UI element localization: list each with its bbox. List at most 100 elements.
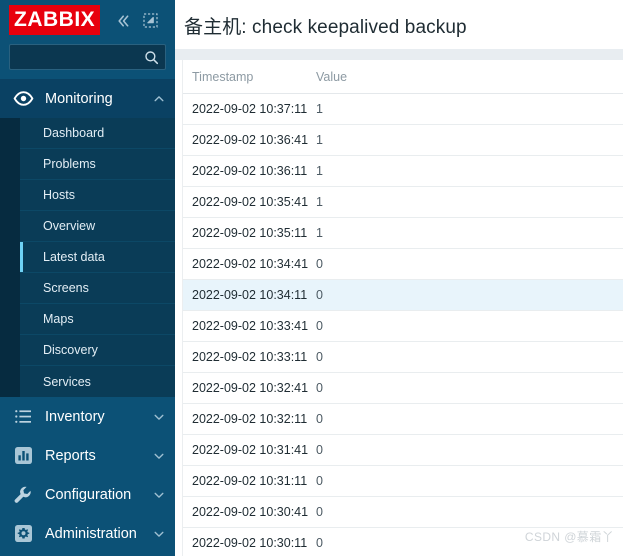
table-header-row: Timestamp Value [183, 60, 623, 94]
cell-value: 0 [307, 403, 623, 435]
sidebar-item-services[interactable]: Services [20, 366, 175, 397]
table-row[interactable]: 2022-09-02 10:31:11 0 [183, 465, 623, 497]
bar-chart-icon [9, 446, 37, 465]
cell-timestamp: 2022-09-02 10:35:41 [183, 186, 308, 218]
cell-value: 0 [307, 341, 623, 373]
column-header-value[interactable]: Value [307, 60, 623, 94]
sidebar-item-dashboard[interactable]: Dashboard [20, 118, 175, 149]
sidebar-item-label: Services [43, 374, 91, 389]
sidebar-item-latest-data[interactable]: Latest data [20, 242, 175, 273]
cell-value: 1 [307, 93, 623, 125]
chevron-down-icon[interactable] [147, 450, 171, 462]
sidebar-item-hosts[interactable]: Hosts [20, 180, 175, 211]
sidebar-item-label: Problems [43, 157, 96, 171]
sidebar-group-configuration[interactable]: Configuration [0, 475, 175, 514]
chevron-down-icon[interactable] [147, 411, 171, 423]
chevron-down-icon[interactable] [147, 489, 171, 501]
sidebar-item-label: Overview [43, 219, 96, 233]
table-row[interactable]: 2022-09-02 10:34:41 0 [183, 248, 623, 280]
cell-value: 1 [307, 217, 623, 249]
table-row[interactable]: 2022-09-02 10:31:41 0 [183, 434, 623, 466]
sidebar-item-label: Hosts [43, 188, 75, 202]
sidebar-group-label: Monitoring [45, 90, 113, 107]
table-row[interactable]: 2022-09-02 10:36:41 1 [183, 124, 623, 156]
cell-value: 1 [307, 155, 623, 187]
cell-value: 0 [307, 434, 623, 466]
table-row[interactable]: 2022-09-02 10:33:41 0 [183, 310, 623, 342]
table-row[interactable]: 2022-09-02 10:37:11 1 [183, 93, 623, 125]
sidebar-item-label: Latest data [43, 250, 105, 264]
sidebar-nav: Monitoring Dashboard Problems Hosts Over… [0, 79, 175, 553]
sidebar-item-problems[interactable]: Problems [20, 149, 175, 180]
sidebar-item-screens[interactable]: Screens [20, 273, 175, 304]
sidebar-group-label: Configuration [45, 486, 132, 503]
cell-timestamp: 2022-09-02 10:37:11 [183, 93, 307, 125]
chevron-up-icon[interactable] [147, 93, 171, 105]
latest-data-table: Timestamp Value 2022-09-02 10:37:11 1 20… [183, 60, 623, 556]
zabbix-app: ZABBIX Monitoring Dashboard Problems Hos… [0, 0, 623, 556]
eye-icon [9, 88, 37, 109]
sidebar-item-maps[interactable]: Maps [20, 304, 175, 335]
cell-timestamp: 2022-09-02 10:30:41 [183, 496, 308, 528]
table-row-highlighted[interactable]: 2022-09-02 10:34:11 0 [183, 279, 623, 311]
table-row[interactable]: 2022-09-02 10:36:11 1 [183, 155, 623, 187]
table-row[interactable]: 2022-09-02 10:30:41 0 [183, 496, 623, 528]
sidebar-submenu-monitoring: Dashboard Problems Hosts Overview Latest… [0, 118, 175, 397]
sidebar-item-label: Maps [43, 312, 74, 326]
table-body: 2022-09-02 10:37:11 1 2022-09-02 10:36:4… [183, 93, 623, 556]
column-header-timestamp[interactable]: Timestamp [183, 60, 307, 94]
sidebar-header: ZABBIX [0, 0, 175, 40]
table-row[interactable]: 2022-09-02 10:32:11 0 [183, 403, 623, 435]
sidebar-search [0, 40, 175, 70]
table-row[interactable]: 2022-09-02 10:32:41 0 [183, 372, 623, 404]
sidebar-group-label: Administration [45, 525, 137, 542]
sidebar-item-label: Discovery [43, 343, 98, 357]
cell-timestamp: 2022-09-02 10:34:11 [183, 279, 307, 311]
cell-timestamp: 2022-09-02 10:36:11 [183, 155, 307, 187]
cell-timestamp: 2022-09-02 10:33:41 [183, 310, 308, 342]
chevron-down-icon[interactable] [147, 528, 171, 540]
cell-timestamp: 2022-09-02 10:32:41 [183, 372, 308, 404]
cell-timestamp: 2022-09-02 10:31:11 [183, 465, 307, 497]
zabbix-logo[interactable]: ZABBIX [9, 5, 101, 35]
cell-timestamp: 2022-09-02 10:35:11 [183, 217, 307, 249]
latest-data-table-wrapper: Timestamp Value 2022-09-02 10:37:11 1 20… [182, 60, 623, 556]
content-strip [175, 49, 623, 60]
sidebar-item-label: Dashboard [43, 126, 105, 140]
chevron-double-left-icon[interactable] [114, 12, 132, 30]
wrench-icon [9, 485, 37, 505]
page-title: 备主机: check keepalived backup [184, 17, 467, 38]
sidebar: ZABBIX Monitoring Dashboard Problems Hos… [0, 0, 175, 556]
sidebar-group-administration[interactable]: Administration [0, 514, 175, 553]
sidebar-header-icons [114, 12, 159, 30]
sidebar-item-overview[interactable]: Overview [20, 211, 175, 242]
sidebar-item-label: Screens [43, 281, 89, 295]
cell-timestamp: 2022-09-02 10:34:41 [183, 248, 308, 280]
cell-value: 0 [307, 496, 623, 528]
cell-timestamp: 2022-09-02 10:33:11 [183, 341, 307, 373]
search-icon[interactable] [143, 49, 159, 65]
sidebar-group-reports[interactable]: Reports [0, 436, 175, 475]
cell-value: 0 [307, 465, 623, 497]
cell-timestamp: 2022-09-02 10:32:11 [183, 403, 307, 435]
table-row[interactable]: 2022-09-02 10:33:11 0 [183, 341, 623, 373]
cell-value: 0 [307, 527, 623, 556]
gear-icon [9, 524, 37, 543]
cell-timestamp: 2022-09-02 10:30:11 [183, 527, 307, 556]
table-row[interactable]: 2022-09-02 10:35:11 1 [183, 217, 623, 249]
sidebar-group-label: Inventory [45, 408, 105, 425]
cell-value: 0 [307, 279, 623, 311]
cell-value: 1 [307, 186, 623, 218]
list-icon [9, 407, 37, 426]
kiosk-expand-icon[interactable] [141, 12, 159, 30]
sidebar-group-label: Reports [45, 447, 96, 464]
cell-value: 0 [307, 248, 623, 280]
sidebar-group-inventory[interactable]: Inventory [0, 397, 175, 436]
main-content: 备主机: check keepalived backup Timestamp V… [175, 0, 623, 556]
sidebar-group-monitoring[interactable]: Monitoring [0, 79, 175, 118]
search-box[interactable] [9, 44, 175, 70]
cell-value: 0 [307, 372, 623, 404]
table-row[interactable]: 2022-09-02 10:35:41 1 [183, 186, 623, 218]
table-row[interactable]: 2022-09-02 10:30:11 0 [183, 527, 623, 556]
sidebar-item-discovery[interactable]: Discovery [20, 335, 175, 366]
